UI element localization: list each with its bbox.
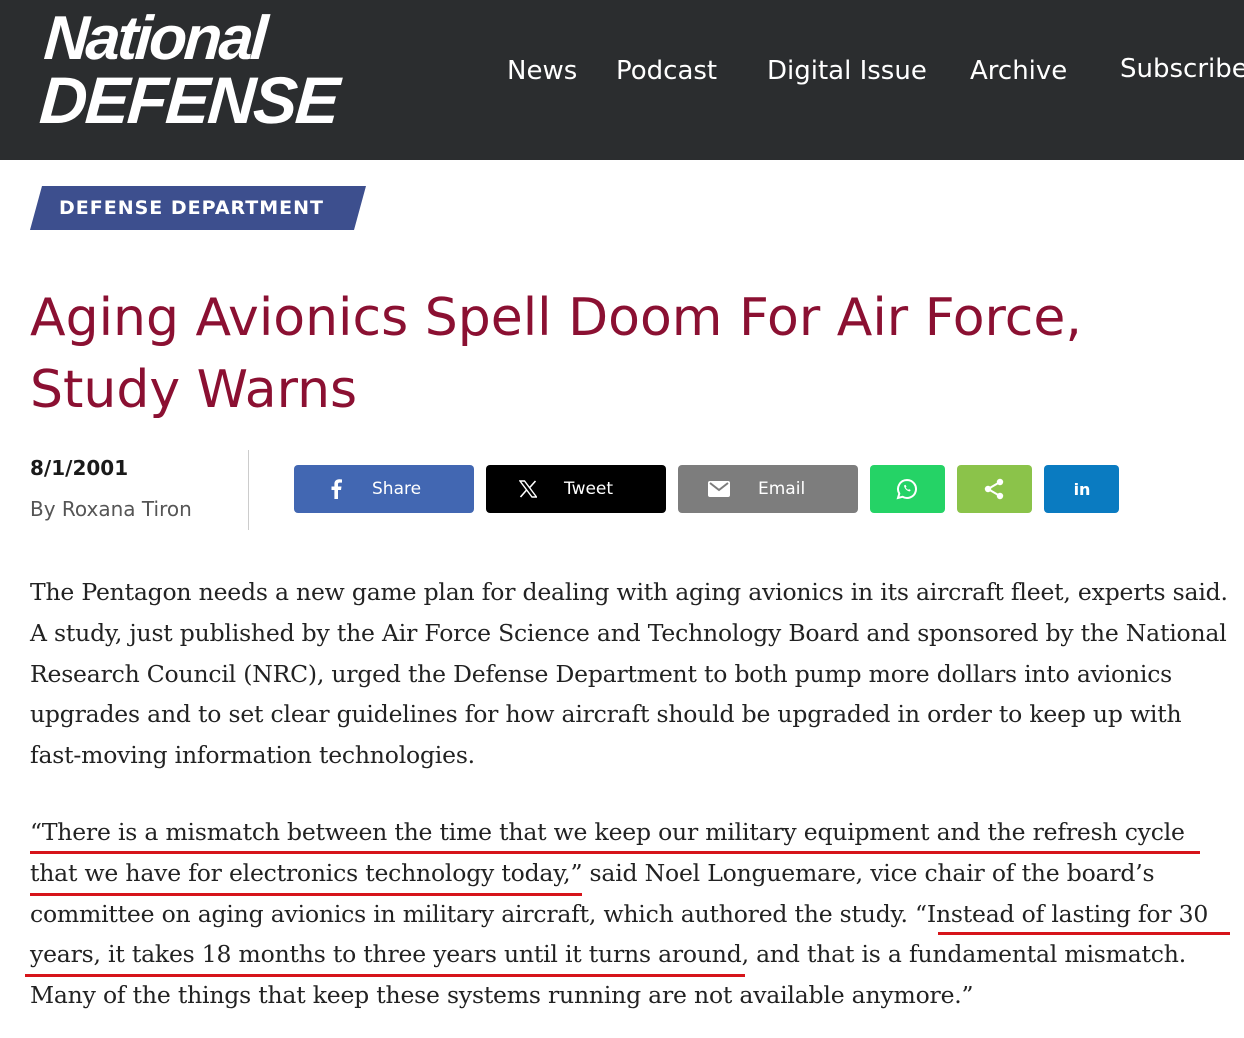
nav-digital-issue[interactable]: Digital Issue	[767, 56, 927, 86]
category-tag[interactable]: DEFENSE DEPARTMENT	[30, 186, 366, 230]
x-icon	[517, 478, 539, 500]
article-author[interactable]: By Roxana Tiron	[30, 497, 192, 521]
logo-line-2: DEFENSE	[37, 62, 341, 137]
sharethis-button[interactable]	[957, 465, 1032, 513]
logo-line-1: National	[41, 4, 268, 73]
meta-divider	[248, 450, 249, 530]
email-share-button[interactable]: Email	[678, 465, 858, 513]
whatsapp-share-button[interactable]	[870, 465, 945, 513]
x-share-label: Tweet	[564, 479, 614, 499]
annotation-underline-3	[938, 932, 1230, 935]
email-share-label: Email	[758, 479, 806, 499]
annotation-underline-4	[25, 974, 745, 977]
nav-news[interactable]: News	[507, 56, 577, 86]
facebook-share-label: Share	[372, 479, 422, 499]
facebook-share-button[interactable]: Share	[294, 465, 474, 513]
article-title: Aging Avionics Spell Doom For Air Force,…	[30, 288, 1082, 420]
category-label: DEFENSE DEPARTMENT	[59, 197, 325, 219]
article-paragraph-1: The Pentagon needs a new game plan for d…	[30, 578, 1228, 770]
nav-archive[interactable]: Archive	[970, 56, 1067, 86]
whatsapp-icon	[896, 478, 918, 500]
annotation-underline-1	[30, 851, 1200, 854]
x-share-button[interactable]: Tweet	[486, 465, 666, 513]
nav-subscribe[interactable]: Subscribe	[1120, 54, 1244, 84]
share-icon	[983, 478, 1005, 500]
facebook-icon	[325, 478, 347, 500]
linkedin-icon: in	[1073, 479, 1091, 499]
article-date: 8/1/2001	[30, 456, 129, 480]
site-header: National DEFENSE News Podcast Digital Is…	[0, 0, 1244, 160]
nav-podcast[interactable]: Podcast	[616, 56, 717, 86]
site-logo[interactable]: National DEFENSE	[37, 4, 344, 137]
annotation-underline-2	[30, 893, 582, 896]
email-icon	[708, 478, 730, 500]
linkedin-share-button[interactable]: in	[1044, 465, 1119, 513]
article-paragraph-2: “There is a mismatch between the time th…	[30, 818, 1209, 1010]
